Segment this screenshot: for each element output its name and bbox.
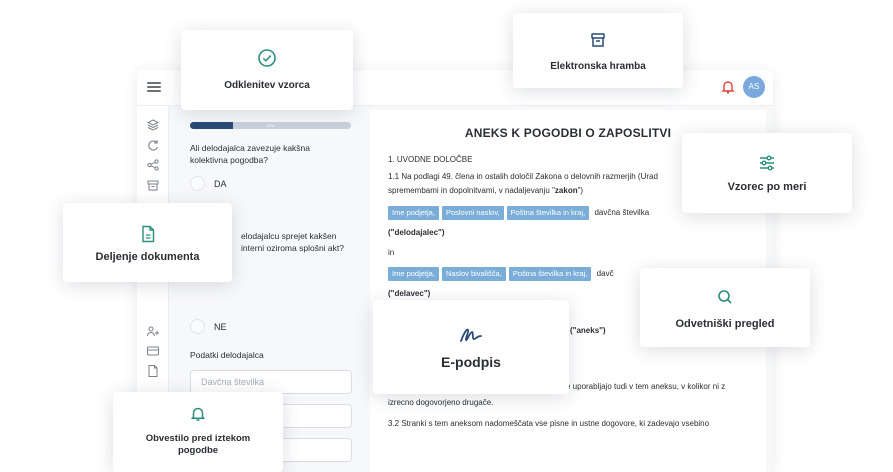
radio-label: DA bbox=[214, 178, 227, 189]
party-label: ("delavec") bbox=[388, 289, 431, 298]
paragraph-line: spremembami in dopolnitvami, v nadaljeva… bbox=[388, 185, 583, 197]
card-e-signature[interactable]: E-podpis bbox=[373, 300, 569, 394]
placeholder-tag[interactable]: Poštna številka in kraj, bbox=[506, 206, 590, 220]
radio-circle[interactable] bbox=[190, 176, 205, 191]
question-line: kolektivna pogodba? bbox=[190, 155, 268, 165]
progress-bar: 19% bbox=[190, 122, 351, 129]
question-line: interni oziroma splošni akt? bbox=[241, 243, 344, 253]
paragraph-line: e uporabljajo tudi v tem aneksu, v kolik… bbox=[566, 382, 726, 391]
card-label: Odklenitev vzorca bbox=[224, 80, 310, 91]
placeholder-tag[interactable]: Ime podjetja, bbox=[388, 206, 439, 220]
check-circle-icon bbox=[257, 48, 277, 73]
avatar[interactable]: AS bbox=[743, 76, 765, 98]
card-label: Obvestilo pred iztekom pogodbe bbox=[113, 433, 283, 457]
bell-icon bbox=[190, 406, 206, 427]
text-span-bold: zakon bbox=[554, 186, 578, 195]
card-label: Elektronska hramba bbox=[550, 61, 646, 72]
users-icon[interactable] bbox=[146, 324, 160, 338]
sliders-icon bbox=[758, 155, 776, 176]
card-label: Odvetniški pregled bbox=[675, 318, 775, 330]
section-employer-data: Podatki delodajalca bbox=[190, 350, 264, 360]
archive-box-icon bbox=[590, 32, 606, 53]
text-span: davč bbox=[596, 269, 614, 278]
placeholder-row: Ime podjetja, Naslov bivališča, Poštna šte… bbox=[388, 267, 614, 281]
card-custom-template[interactable]: Vzorec po meri bbox=[682, 133, 852, 213]
radio-option-no[interactable]: NE bbox=[190, 319, 227, 334]
question-line: Ali delodajalca zavezuje kakšna bbox=[190, 143, 311, 153]
party-label: ("delodajalec") bbox=[388, 228, 445, 237]
radio-label: NE bbox=[214, 321, 227, 332]
section-heading: 1. UVODNE DOLOČBE bbox=[388, 155, 473, 164]
share-icon[interactable] bbox=[146, 158, 160, 172]
text-span: spremembami in dopolnitvami, v nadaljeva… bbox=[388, 186, 555, 195]
signature-icon bbox=[459, 327, 483, 348]
party-label: ("aneks") bbox=[570, 326, 606, 335]
radio-circle[interactable] bbox=[190, 319, 205, 334]
paragraph-line: 1.1 Na podlagi 49. člena in ostalih dolo… bbox=[388, 172, 658, 181]
card-expiry-notification[interactable]: Obvestilo pred iztekom pogodbe bbox=[113, 392, 283, 472]
document-icon[interactable] bbox=[146, 364, 160, 378]
text-span: ") bbox=[577, 186, 584, 195]
refresh-icon[interactable] bbox=[146, 138, 160, 152]
tax-number-input[interactable]: Davčna številka bbox=[190, 370, 352, 394]
text-span: davčna številka bbox=[594, 208, 650, 217]
paragraph-line: 3.2 Stranki s tem aneksom nadomeščata vs… bbox=[388, 419, 710, 428]
card-label-line: Obvestilo pred iztekom bbox=[145, 433, 251, 444]
placeholder-tag[interactable]: Poslovni naslov, bbox=[441, 206, 504, 220]
card-unlock-template[interactable]: Odklenitev vzorca bbox=[181, 30, 353, 110]
card-label: Vzorec po meri bbox=[727, 181, 807, 193]
archive-icon[interactable] bbox=[146, 178, 160, 192]
card-electronic-storage[interactable]: Elektronska hramba bbox=[513, 13, 683, 88]
placeholder-tag[interactable]: Ime podjetja, bbox=[388, 267, 439, 281]
question-line: elodajalcu sprejet kakšen bbox=[241, 231, 337, 241]
placeholder-tag[interactable]: Naslov bivališča, bbox=[441, 267, 506, 281]
card-legal-review[interactable]: Odvetniški pregled bbox=[640, 268, 810, 347]
card-label: Deljenje dokumenta bbox=[95, 251, 200, 263]
progress-label: 19% bbox=[266, 123, 275, 128]
document-icon bbox=[140, 225, 156, 248]
card-label-line: pogodbe bbox=[177, 445, 219, 456]
placeholder-row: Ime podjetja, Poslovni naslov, Poštna štev… bbox=[388, 206, 649, 220]
question-internal-act: elodajalcu sprejet kakšen interni ozirom… bbox=[241, 230, 344, 254]
paragraph-line: izrecno dogovorjeno drugače. bbox=[388, 398, 494, 407]
layers-icon[interactable] bbox=[146, 118, 160, 132]
card-icon[interactable] bbox=[146, 344, 160, 358]
hamburger-icon[interactable] bbox=[147, 80, 161, 94]
paragraph-line: in bbox=[388, 248, 395, 257]
search-icon bbox=[717, 289, 733, 310]
radio-option-yes[interactable]: DA bbox=[190, 176, 227, 191]
question-collective-agreement: Ali delodajalca zavezuje kakšna kolektiv… bbox=[190, 142, 310, 166]
placeholder-tag[interactable]: Poštna številka in kraj, bbox=[508, 267, 592, 281]
card-document-sharing[interactable]: Deljenje dokumenta bbox=[63, 203, 232, 282]
bell-icon[interactable] bbox=[720, 79, 736, 95]
card-label: E-podpis bbox=[441, 354, 501, 370]
